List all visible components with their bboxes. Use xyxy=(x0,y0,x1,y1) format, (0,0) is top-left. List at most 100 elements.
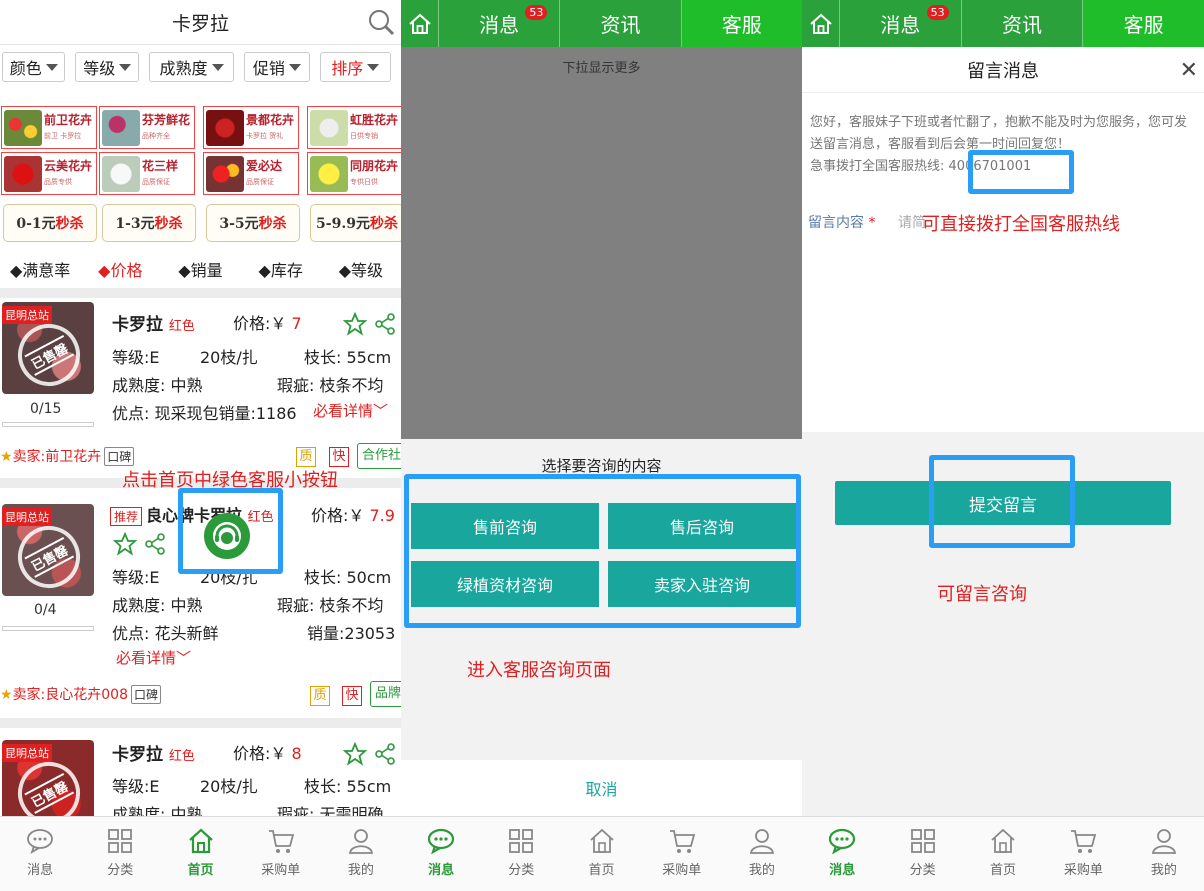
nav-home[interactable]: 首页 xyxy=(561,817,641,891)
seller-info[interactable]: ★卖家:良心花卉008 口碑 xyxy=(0,684,162,704)
nav-category[interactable]: 分类 xyxy=(80,817,160,891)
filter-sort[interactable]: 排序 xyxy=(319,52,392,82)
cancel-button[interactable]: 取消 xyxy=(401,760,802,816)
sort-satisfaction[interactable]: ◆满意率 xyxy=(0,257,80,281)
stock-bar xyxy=(2,422,94,427)
product-price: 价格:￥ 7 xyxy=(233,314,302,333)
cart-icon xyxy=(669,830,695,853)
home-panel: 卡罗拉 颜色 等级 成熟度 促销 排序 前卫花卉 前卫 卡罗拉 芬芳鲜花 品种齐全 … xyxy=(0,0,401,891)
brand-badge: 品牌 xyxy=(370,681,401,707)
pull-hint: 下拉显示更多 xyxy=(562,61,641,76)
home-icon xyxy=(809,13,832,34)
dialog-header: 留言消息 ✕ xyxy=(802,47,1204,93)
nav-messages[interactable]: 消息 xyxy=(0,817,80,891)
sale-tag[interactable]: 0-1元 秒杀 xyxy=(3,204,97,242)
chat-icon xyxy=(27,829,53,854)
shop-banner-item[interactable]: 前卫花卉 前卫 卡罗拉 xyxy=(1,106,97,149)
sale-tag[interactable]: 5-9.9元 秒杀 xyxy=(310,204,401,242)
chevron-down-icon xyxy=(45,63,58,71)
quality-badge: 质 xyxy=(296,447,316,467)
shop-banner-item[interactable]: 景都花卉 卡罗拉 贺礼 xyxy=(203,106,299,149)
nav-me[interactable]: 我的 xyxy=(321,817,401,891)
filter-maturity[interactable]: 成熟度 xyxy=(148,52,235,82)
top-nav: 消息 53 资讯 客服 xyxy=(401,0,802,47)
star-icon[interactable] xyxy=(343,742,367,766)
shop-banner-item[interactable]: 云美花卉 品质专供 xyxy=(1,152,97,195)
nav-cart[interactable]: 采购单 xyxy=(642,817,722,891)
bottom-nav: 消息 分类 首页 采购单 我的 xyxy=(0,816,401,891)
home-icon xyxy=(188,828,213,854)
nav-category[interactable]: 分类 xyxy=(882,817,962,891)
fast-badge: 快 xyxy=(342,686,362,706)
overlay-backdrop[interactable]: 下拉显示更多 xyxy=(401,47,802,439)
coop-badge: 合作社 xyxy=(357,443,401,469)
shop-banner-item[interactable]: 芬芳鲜花 品种齐全 xyxy=(99,106,195,149)
sort-price[interactable]: ◆价格 xyxy=(80,257,160,281)
shop-banner-item[interactable]: 同朋花卉 专供日供 xyxy=(307,152,401,195)
nav-cart[interactable]: 采购单 xyxy=(241,817,321,891)
nav-messages[interactable]: 消息 xyxy=(401,817,481,891)
shop-banner-image xyxy=(206,156,244,192)
bottom-nav: 消息 分类 首页 采购单 我的 xyxy=(401,816,802,891)
unread-badge: 53 xyxy=(926,5,949,20)
sort-stock[interactable]: ◆库存 xyxy=(241,257,321,281)
chevron-down-icon: ﹀ xyxy=(176,649,192,667)
nav-cart[interactable]: 采购单 xyxy=(1043,817,1123,891)
home-button[interactable] xyxy=(401,0,439,47)
close-icon[interactable]: ✕ xyxy=(1180,58,1198,83)
product-name[interactable]: 卡罗拉 红色 xyxy=(112,740,195,765)
share-icon[interactable] xyxy=(374,313,396,335)
filter-promo[interactable]: 促销 xyxy=(244,52,310,82)
star-icon[interactable] xyxy=(343,312,367,336)
shop-banner-image xyxy=(102,110,140,146)
filter-grade[interactable]: 等级 xyxy=(75,52,139,82)
tab-news[interactable]: 资讯 xyxy=(962,0,1084,47)
nav-me[interactable]: 我的 xyxy=(722,817,802,891)
nav-home[interactable]: 首页 xyxy=(160,817,240,891)
grid-icon xyxy=(108,829,133,853)
nav-home[interactable]: 首页 xyxy=(963,817,1043,891)
detail-link[interactable]: 必看详情﹀ xyxy=(313,400,388,421)
seller-info[interactable]: ★卖家:前卫花卉 口碑 xyxy=(0,446,135,466)
product-image[interactable]: 昆明总站 已售罄 xyxy=(2,504,94,596)
shop-banner-item[interactable]: 花三样 品质保证 xyxy=(99,152,195,195)
tab-service[interactable]: 客服 xyxy=(1083,0,1204,47)
grid-icon xyxy=(509,829,534,853)
chat-icon xyxy=(829,828,856,855)
share-icon[interactable] xyxy=(144,533,166,555)
sale-tag[interactable]: 1-3元 秒杀 xyxy=(102,204,196,242)
sort-grade[interactable]: ◆等级 xyxy=(321,257,401,281)
shop-banner-image xyxy=(206,110,244,146)
share-icon[interactable] xyxy=(374,743,396,765)
product-name[interactable]: 卡罗拉 红色 xyxy=(112,310,195,335)
product-image[interactable]: 昆明总站 已售罄 xyxy=(2,302,94,394)
nav-me[interactable]: 我的 xyxy=(1124,817,1204,891)
nav-category[interactable]: 分类 xyxy=(481,817,561,891)
filter-color[interactable]: 颜色 xyxy=(2,52,66,82)
sale-tag[interactable]: 3-5元 秒杀 xyxy=(206,204,300,242)
search-icon[interactable] xyxy=(367,8,395,36)
nav-messages[interactable]: 消息 xyxy=(802,817,882,891)
home-button[interactable] xyxy=(802,0,840,47)
sheet-title: 选择要咨询的内容 xyxy=(541,457,662,475)
fast-badge: 快 xyxy=(329,447,349,467)
detail-link[interactable]: 必看详情﹀ xyxy=(116,647,191,668)
search-header: 卡罗拉 xyxy=(0,0,401,45)
user-icon xyxy=(1151,829,1176,854)
shop-banner-item[interactable]: 虹胜花卉 日供专销 xyxy=(307,106,401,149)
tab-messages[interactable]: 消息 53 xyxy=(840,0,962,47)
tab-news[interactable]: 资讯 xyxy=(560,0,682,47)
sort-sales[interactable]: ◆销量 xyxy=(160,257,240,281)
shop-banner-image xyxy=(310,156,348,192)
shop-banner-item[interactable]: 爱必达 品质保证 xyxy=(203,152,299,195)
home-icon xyxy=(408,13,431,34)
chat-icon xyxy=(427,828,455,855)
sold-out-stamp: 已售罄 xyxy=(7,313,91,394)
stock-ratio: 0/15 xyxy=(30,401,62,417)
star-icon[interactable] xyxy=(113,532,137,556)
message-panel: 消息 53 资讯 客服 留言消息 ✕ 您好，客服妹子下班或者忙翻了，抱歉不能及时为… xyxy=(802,0,1204,891)
tab-service[interactable]: 客服 xyxy=(681,0,802,47)
dialog-title: 留言消息 xyxy=(967,60,1039,82)
filter-bar: 颜色 等级 成熟度 促销 排序 xyxy=(0,45,401,89)
tab-messages[interactable]: 消息 53 xyxy=(439,0,561,47)
